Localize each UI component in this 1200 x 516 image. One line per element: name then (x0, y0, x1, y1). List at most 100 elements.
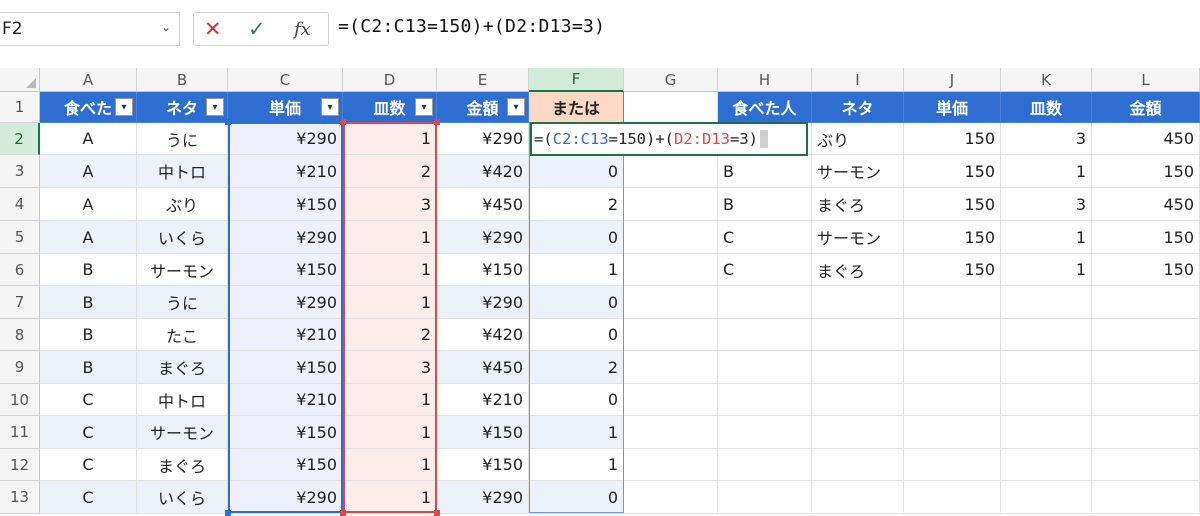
cell-blank[interactable] (624, 384, 718, 416)
table2-cell[interactable]: 150 (904, 188, 1001, 221)
table1-cell[interactable]: 1 (343, 254, 437, 286)
row-header-9[interactable]: 9 (0, 351, 40, 384)
cell-blank[interactable] (904, 449, 1001, 481)
row-header-5[interactable]: 5 (0, 221, 40, 254)
table1-cell[interactable]: 1 (343, 481, 437, 514)
table2-cell[interactable]: 450 (1092, 188, 1200, 221)
cancel-icon[interactable]: ✕ (204, 17, 222, 41)
select-all-corner[interactable] (0, 68, 40, 92)
cell-blank[interactable] (904, 416, 1001, 449)
cell-blank[interactable] (624, 286, 718, 319)
formula-input[interactable]: =(C2:C13=150)+(D2:D13=3) (338, 16, 605, 37)
cell-blank[interactable] (1001, 351, 1092, 384)
cell-blank[interactable] (624, 188, 718, 221)
table1-header-1[interactable]: ネタ ▾ (137, 92, 228, 123)
cell-blank[interactable] (1001, 384, 1092, 416)
table2-header-2[interactable]: 単価 (904, 92, 1001, 123)
table2-cell[interactable]: 150 (904, 254, 1001, 286)
table1-cell[interactable]: サーモン (137, 254, 228, 286)
table2-header-1[interactable]: ネタ (812, 92, 904, 123)
table2-cell[interactable]: サーモン (812, 155, 904, 188)
table1-cell[interactable]: C (40, 449, 137, 481)
table1-cell[interactable]: 3 (343, 351, 437, 384)
row-header-8[interactable]: 8 (0, 319, 40, 351)
column-header-i[interactable]: I (812, 68, 904, 92)
table1-cell[interactable]: ¥290 (228, 221, 343, 254)
cell-blank[interactable] (1092, 286, 1200, 319)
cell-blank[interactable] (624, 481, 718, 514)
cell-editor-f2[interactable]: =(C2:C13 =150)+(D2:D13 =3) (530, 122, 808, 156)
cell-blank[interactable] (904, 286, 1001, 319)
table1-cell[interactable]: 0 (529, 221, 624, 254)
table1-cell[interactable]: B (40, 254, 137, 286)
range-handle[interactable] (225, 119, 231, 125)
cell-blank[interactable] (718, 449, 812, 481)
cell-blank[interactable] (1092, 481, 1200, 514)
table1-cell[interactable]: 中トロ (137, 155, 228, 188)
table1-cell[interactable]: 0 (529, 481, 624, 514)
cell-blank[interactable] (904, 319, 1001, 351)
cell-blank[interactable] (1092, 319, 1200, 351)
table1-cell[interactable]: 1 (343, 449, 437, 481)
table1-cell[interactable]: A (40, 221, 137, 254)
cell-blank[interactable] (1092, 384, 1200, 416)
table2-cell[interactable]: B (718, 188, 812, 221)
range-handle[interactable] (340, 510, 346, 516)
cell-blank[interactable] (812, 481, 904, 514)
cell-blank[interactable] (812, 449, 904, 481)
column-header-k[interactable]: K (1001, 68, 1092, 92)
table1-cell[interactable]: ¥210 (228, 384, 343, 416)
table1-cell[interactable]: ぶり (137, 188, 228, 221)
table2-header-0[interactable]: 食べた人 (718, 92, 812, 123)
table2-cell[interactable]: 150 (1092, 155, 1200, 188)
table1-cell[interactable]: まぐろ (137, 351, 228, 384)
table1-cell[interactable]: 2 (529, 188, 624, 221)
range-handle[interactable] (434, 510, 440, 516)
cell-blank[interactable] (812, 351, 904, 384)
table2-cell[interactable]: 3 (1001, 188, 1092, 221)
table2-cell[interactable]: 150 (904, 155, 1001, 188)
table1-header-2[interactable]: 単価 ▾ (228, 92, 343, 123)
table1-cell[interactable]: ¥210 (437, 384, 529, 416)
row-header-12[interactable]: 12 (0, 449, 40, 481)
table1-cell[interactable]: ¥150 (437, 449, 529, 481)
cell-blank[interactable] (1092, 449, 1200, 481)
table2-cell[interactable]: B (718, 155, 812, 188)
table1-cell[interactable]: 2 (529, 351, 624, 384)
filter-dropdown-icon[interactable]: ▾ (206, 98, 224, 116)
column-header-d[interactable]: D (343, 68, 437, 92)
table2-cell[interactable]: まぐろ (812, 254, 904, 286)
table1-cell[interactable]: いくら (137, 221, 228, 254)
row-header-1[interactable]: 1 (0, 92, 40, 123)
row-header-13[interactable]: 13 (0, 481, 40, 514)
table2-cell[interactable]: 1 (1001, 155, 1092, 188)
range-handle[interactable] (225, 510, 231, 516)
table1-cell[interactable]: ¥290 (228, 481, 343, 514)
cell-blank[interactable] (718, 351, 812, 384)
column-header-l[interactable]: L (1092, 68, 1200, 92)
filter-dropdown-icon[interactable]: ▾ (321, 98, 339, 116)
cell-blank[interactable] (718, 319, 812, 351)
cell-blank[interactable] (718, 384, 812, 416)
table1-header-0[interactable]: 食べた ▾ (40, 92, 137, 123)
table1-cell[interactable]: ¥450 (437, 188, 529, 221)
table1-cell[interactable]: うに (137, 286, 228, 319)
table1-cell[interactable]: C (40, 384, 137, 416)
table1-cell[interactable]: 2 (343, 319, 437, 351)
table1-cell[interactable]: A (40, 188, 137, 221)
column-header-g[interactable]: G (624, 68, 718, 92)
table2-cell[interactable]: 150 (904, 123, 1001, 155)
table1-header-3[interactable]: 皿数 ▾ (343, 92, 437, 123)
column-header-a[interactable]: A (40, 68, 137, 92)
table1-cell[interactable]: まぐろ (137, 449, 228, 481)
cell-blank[interactable] (1092, 416, 1200, 449)
table1-header-4[interactable]: 金額 ▾ (437, 92, 529, 123)
table2-cell[interactable]: サーモン (812, 221, 904, 254)
table1-cell[interactable]: ¥210 (228, 155, 343, 188)
table1-cell[interactable]: うに (137, 123, 228, 155)
table2-cell[interactable]: まぐろ (812, 188, 904, 221)
cell-blank[interactable] (1001, 286, 1092, 319)
table1-cell[interactable]: C (40, 481, 137, 514)
table1-cell[interactable]: ¥290 (228, 286, 343, 319)
table1-cell[interactable]: 0 (529, 286, 624, 319)
